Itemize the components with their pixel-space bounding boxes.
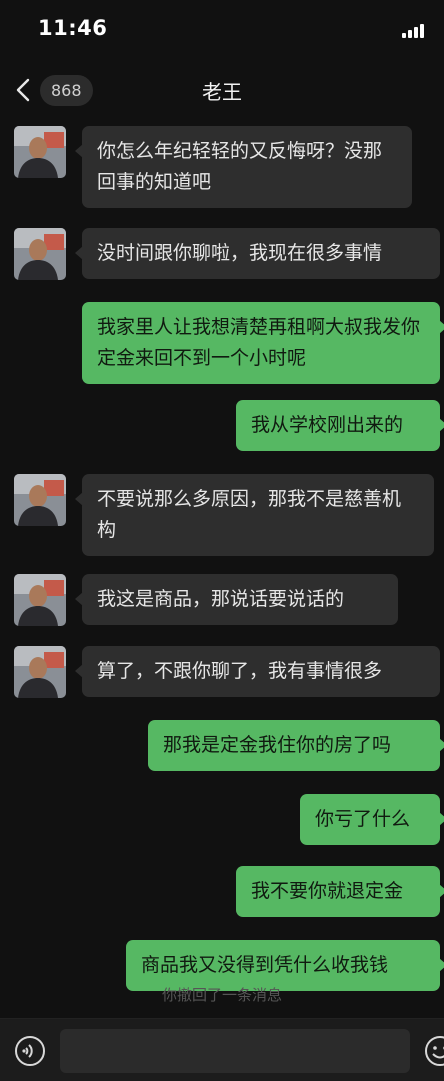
- message-bubble-outgoing[interactable]: 我从学校刚出来的: [236, 400, 444, 451]
- message-bubble-incoming[interactable]: 不要说那么多原因，那我不是慈善机构: [75, 474, 434, 556]
- input-bar: [0, 1018, 444, 1081]
- message-input[interactable]: [60, 1029, 410, 1073]
- message-bubble-outgoing[interactable]: 我不要你就退定金: [236, 866, 444, 917]
- chat-title: 老王: [202, 80, 242, 104]
- contact-avatar[interactable]: [14, 574, 66, 626]
- status-bar: 11:46: [0, 0, 444, 60]
- contact-avatar[interactable]: [14, 474, 66, 526]
- emoji-icon[interactable]: [424, 1035, 444, 1067]
- status-time: 11:46: [38, 16, 108, 40]
- recall-notice: 你撤回了一条消息: [161, 986, 282, 1004]
- message-bubble-incoming[interactable]: 算了，不跟你聊了，我有事情很多: [75, 646, 440, 697]
- nav-bar: 868 老王: [0, 62, 444, 118]
- message-bubble-incoming[interactable]: 没时间跟你聊啦，我现在很多事情: [75, 228, 440, 279]
- contact-avatar[interactable]: [14, 646, 66, 698]
- contact-avatar[interactable]: [14, 228, 66, 280]
- message-bubble-outgoing[interactable]: 你亏了什么: [300, 794, 444, 845]
- signal-icon: [402, 24, 432, 38]
- message-bubble-incoming[interactable]: 我这是商品，那说话要说话的: [75, 574, 398, 625]
- contact-avatar[interactable]: [14, 126, 66, 178]
- message-bubble-outgoing[interactable]: 我家里人让我想清楚再租啊大叔我发你定金来回不到一个小时呢: [82, 302, 444, 384]
- message-bubble-outgoing[interactable]: 那我是定金我住你的房了吗: [148, 720, 444, 771]
- message-bubble-incoming[interactable]: 你怎么年纪轻轻的又反悔呀？没那回事的知道吧: [75, 126, 412, 208]
- voice-icon[interactable]: [14, 1035, 46, 1067]
